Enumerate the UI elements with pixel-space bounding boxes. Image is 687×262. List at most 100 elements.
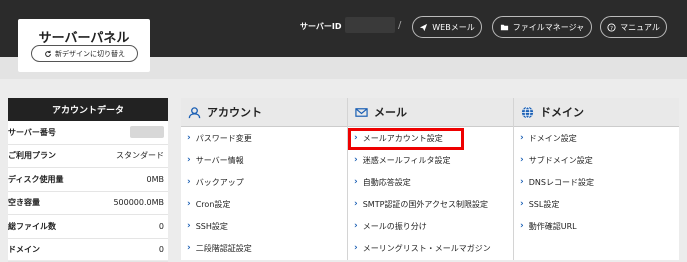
link-backup[interactable]: › バックアップ (181, 171, 347, 193)
link-label: 迷惑メールフィルタ設定 (363, 155, 451, 166)
link-two-factor[interactable]: › 二段階認証設定 (181, 237, 347, 259)
row-value: 0MB (147, 175, 164, 184)
chevron-right-icon: › (187, 221, 191, 231)
row-value: 500000.0MB (113, 198, 164, 207)
link-mail-sorting[interactable]: › メールの振り分け (348, 215, 513, 237)
link-ssh[interactable]: › SSH設定 (181, 215, 347, 237)
chevron-right-icon: › (187, 199, 191, 209)
link-label: Cron設定 (196, 199, 231, 210)
account-data-row: サーバー番号 (8, 121, 168, 145)
account-data-row: 総ファイル数 0 (8, 215, 168, 239)
account-section-title: アカウント (207, 104, 262, 120)
row-key: 総ファイル数 (8, 221, 56, 232)
account-data-row: ご利用プラン スタンダード (8, 145, 168, 169)
link-label: 動作確認URL (529, 221, 577, 232)
file-manager-label: ファイルマネージャ (513, 22, 584, 33)
link-mailing-list[interactable]: › メーリングリスト・メールマガジン (348, 237, 513, 259)
mail-icon (355, 106, 368, 119)
switch-design-button[interactable]: 新デザインに切り替え (31, 45, 138, 62)
chevron-right-icon: › (187, 155, 191, 165)
chevron-right-icon: › (354, 133, 358, 143)
account-data-row: ドメイン 0 (8, 239, 168, 262)
link-label: メーリングリスト・メールマガジン (363, 243, 491, 254)
mail-section-header: メール (348, 98, 513, 127)
link-auto-reply[interactable]: › 自動応答設定 (348, 171, 513, 193)
separator: / (398, 20, 401, 31)
link-label: バックアップ (196, 177, 244, 188)
row-value: スタンダード (116, 150, 164, 161)
logo-title: サーバーパネル (18, 27, 150, 46)
domain-section-header: ドメイン (514, 98, 679, 127)
globe-icon (521, 106, 534, 119)
link-label: サブドメイン設定 (529, 155, 593, 166)
link-label: サーバー情報 (196, 155, 244, 166)
svg-text:?: ? (610, 25, 613, 31)
account-section: アカウント › パスワード変更 › サーバー情報 › バックアップ › Cron設定 ›… (181, 98, 347, 260)
server-id-label: サーバーID (300, 21, 342, 32)
link-label: ドメイン設定 (529, 133, 577, 144)
chevron-right-icon: › (354, 155, 358, 165)
row-key: サーバー番号 (8, 127, 56, 138)
domain-section-title: ドメイン (540, 104, 584, 120)
mail-section: メール › メールアカウント設定 › 迷惑メールフィルタ設定 › 自動応答設定 › SM… (347, 98, 513, 260)
link-ssl[interactable]: › SSL設定 (514, 193, 679, 215)
menu-panel: アカウント › パスワード変更 › サーバー情報 › バックアップ › Cron設定 ›… (181, 98, 679, 260)
link-subdomain[interactable]: › サブドメイン設定 (514, 149, 679, 171)
link-test-url[interactable]: › 動作確認URL (514, 215, 679, 237)
account-data-title: アカウントデータ (8, 98, 168, 121)
account-data-row: ディスク使用量 0MB (8, 168, 168, 192)
send-icon (419, 23, 428, 32)
link-label: メールの振り分け (363, 221, 427, 232)
chevron-right-icon: › (187, 133, 191, 143)
row-key: ご利用プラン (8, 150, 56, 161)
link-label: 二段階認証設定 (196, 243, 252, 254)
link-domain-settings[interactable]: › ドメイン設定 (514, 127, 679, 149)
logo-box: サーバーパネル 新デザインに切り替え (18, 19, 150, 72)
link-label: DNSレコード設定 (529, 177, 594, 188)
link-cron[interactable]: › Cron設定 (181, 193, 347, 215)
row-value: 0 (159, 245, 164, 254)
link-label: メールアカウント設定 (363, 133, 443, 144)
link-smtp-restriction[interactable]: › SMTP認証の国外アクセス制限設定 (348, 193, 513, 215)
chevron-right-icon: › (520, 133, 524, 143)
chevron-right-icon: › (354, 199, 358, 209)
help-icon: ? (607, 23, 616, 32)
chevron-right-icon: › (354, 243, 358, 253)
link-server-info[interactable]: › サーバー情報 (181, 149, 347, 171)
link-label: SMTP認証の国外アクセス制限設定 (363, 199, 488, 210)
chevron-right-icon: › (187, 177, 191, 187)
chevron-right-icon: › (187, 243, 191, 253)
domain-section: ドメイン › ドメイン設定 › サブドメイン設定 › DNSレコード設定 › SSL設定… (513, 98, 679, 260)
file-manager-button[interactable]: ファイルマネージャ (492, 16, 592, 38)
link-spam-filter[interactable]: › 迷惑メールフィルタ設定 (348, 149, 513, 171)
row-key: ドメイン (8, 244, 40, 255)
webmail-label: WEBメール (432, 22, 474, 33)
manual-button[interactable]: ? マニュアル (600, 16, 667, 38)
chevron-right-icon: › (520, 177, 524, 187)
account-section-header: アカウント (181, 98, 347, 127)
link-password-change[interactable]: › パスワード変更 (181, 127, 347, 149)
user-icon (188, 106, 201, 119)
server-number-value (130, 126, 164, 138)
chevron-right-icon: › (520, 155, 524, 165)
chevron-right-icon: › (354, 221, 358, 231)
link-label: パスワード変更 (196, 133, 252, 144)
refresh-icon (44, 50, 52, 58)
link-dns-record[interactable]: › DNSレコード設定 (514, 171, 679, 193)
link-label: SSL設定 (529, 199, 560, 210)
link-label: 自動応答設定 (363, 177, 411, 188)
folder-icon (500, 23, 509, 32)
link-mail-account[interactable]: › メールアカウント設定 (348, 127, 513, 149)
row-value: 0 (159, 222, 164, 231)
chevron-right-icon: › (520, 221, 524, 231)
server-id-value (345, 17, 395, 33)
account-data-panel: アカウントデータ サーバー番号 ご利用プラン スタンダード ディスク使用量 0M… (8, 98, 168, 260)
account-data-row: 空き容量 500000.0MB (8, 192, 168, 216)
webmail-button[interactable]: WEBメール (412, 16, 482, 38)
switch-design-label: 新デザインに切り替え (55, 49, 125, 59)
row-key: 空き容量 (8, 197, 40, 208)
manual-label: マニュアル (620, 22, 660, 33)
chevron-right-icon: › (354, 177, 358, 187)
link-label: SSH設定 (196, 221, 228, 232)
chevron-right-icon: › (520, 199, 524, 209)
